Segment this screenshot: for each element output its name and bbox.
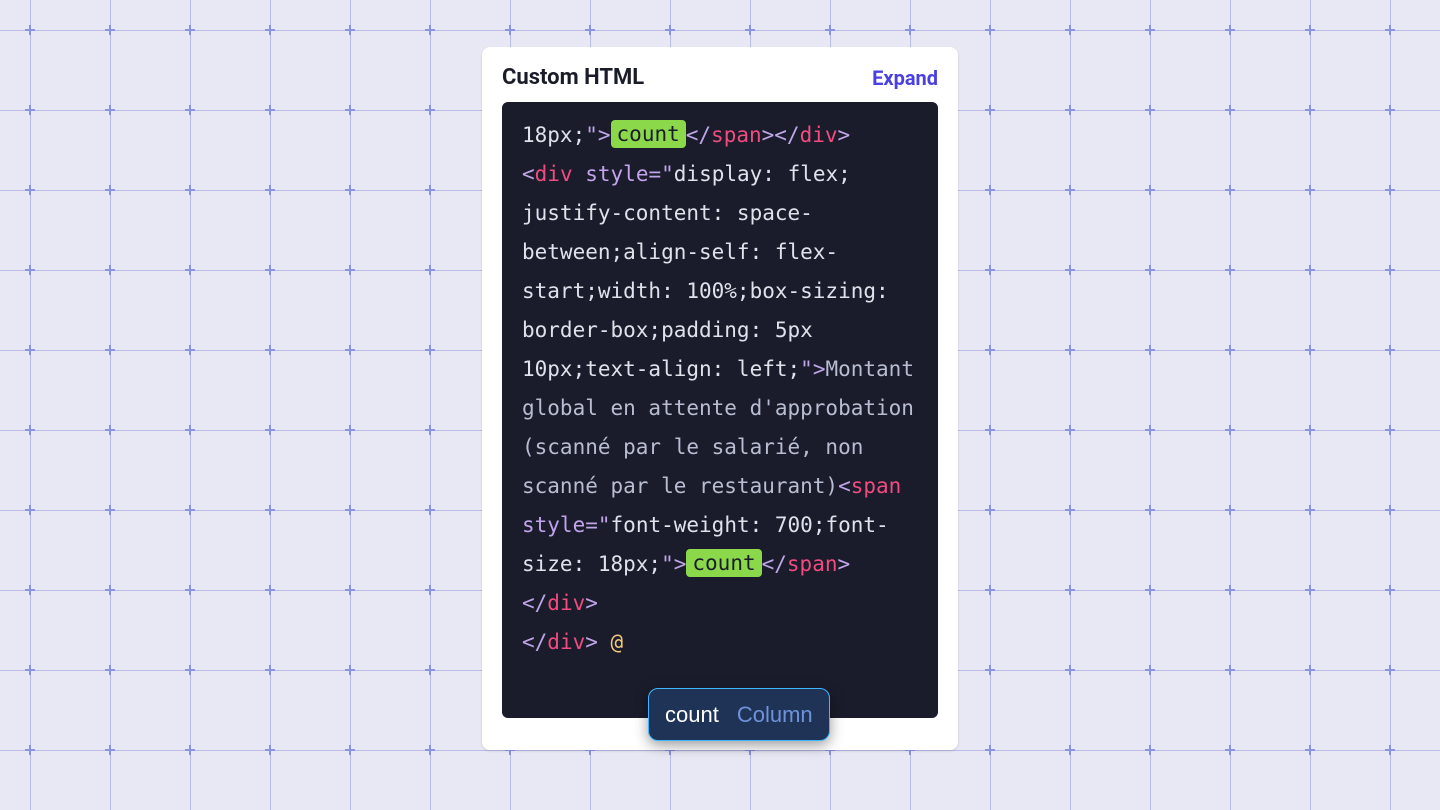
autocomplete-item-type: Column	[737, 695, 813, 734]
expand-button[interactable]: Expand	[872, 66, 938, 90]
code-content: 18px;">count</span></div><div style="dis…	[522, 123, 914, 654]
autocomplete-item-name[interactable]: count	[665, 695, 719, 734]
canvas-background[interactable]: Custom HTML Expand 18px;">count</span></…	[0, 0, 1440, 810]
card-title: Custom HTML	[502, 65, 644, 90]
custom-html-card: Custom HTML Expand 18px;">count</span></…	[482, 47, 958, 750]
code-editor[interactable]: 18px;">count</span></div><div style="dis…	[502, 102, 938, 718]
autocomplete-popover[interactable]: count Column	[648, 688, 830, 741]
card-header: Custom HTML Expand	[502, 65, 938, 90]
